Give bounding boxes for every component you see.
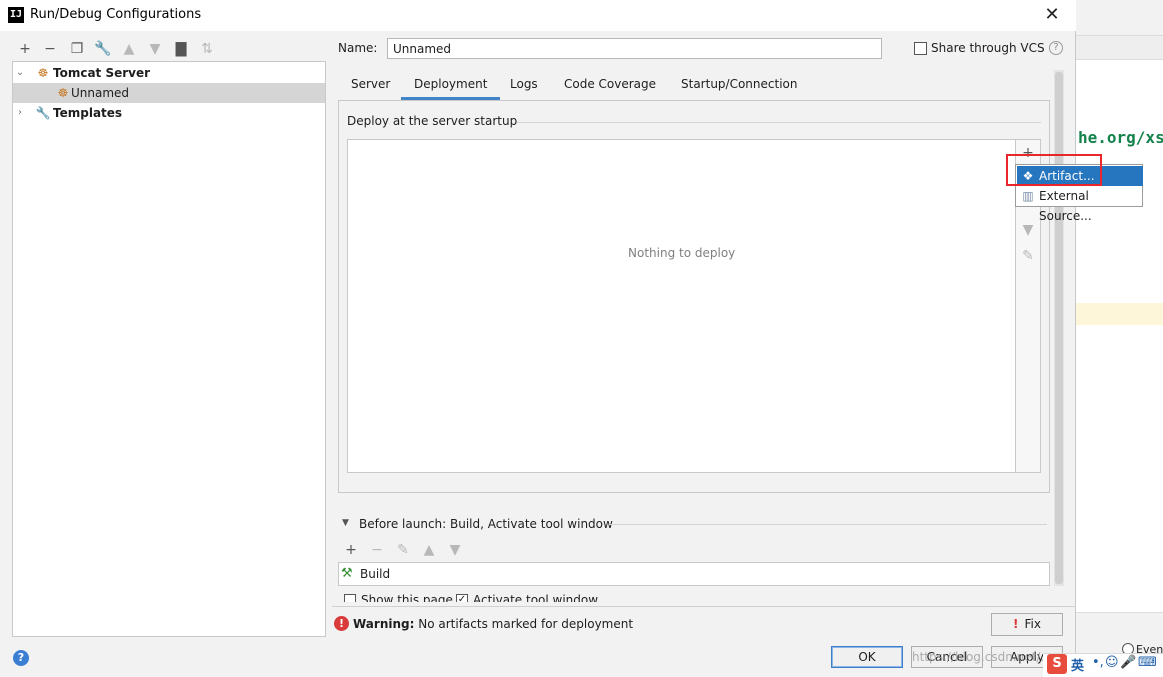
arrow-down-icon[interactable]: ▼ [446, 541, 464, 559]
hammer-icon: ⚒ [341, 566, 353, 581]
fix-button[interactable]: ! Fix [991, 613, 1063, 636]
background-editor: he.org/xs [1076, 0, 1163, 677]
chevron-down-icon[interactable]: ⌄ [14, 63, 26, 83]
remove-icon[interactable]: − [368, 541, 386, 559]
tree-item-label: Tomcat Server [53, 66, 151, 80]
arrow-up-icon[interactable]: ▲ [420, 541, 438, 559]
folder-add-icon[interactable]: ▇ [172, 40, 190, 58]
external-source-icon: ▥ [1022, 189, 1034, 203]
tab-deployment[interactable]: Deployment [401, 73, 501, 100]
tree-item-unnamed[interactable]: ☸ Unnamed [13, 83, 325, 103]
arrow-down-icon[interactable]: ▼ [146, 40, 164, 58]
ime-keyboard-icon[interactable]: ⌨ [1138, 655, 1157, 670]
sort-icon[interactable]: ⇅ [198, 40, 216, 58]
run-debug-dialog: IJ Run/Debug Configurations ✕ + − ❐ 🔧 ▲ … [0, 0, 1143, 677]
share-help-icon[interactable]: ? [1049, 41, 1063, 55]
tree-item-templates[interactable]: › 🔧 Templates [13, 103, 325, 123]
dialog-title: Run/Debug Configurations [30, 7, 202, 22]
activate-tool-window-label: Activate tool window [473, 593, 599, 602]
ime-language-icon[interactable]: 英 [1071, 655, 1084, 674]
tomcat-icon: ☸ [57, 86, 69, 100]
activate-tool-window-checkbox[interactable]: ✓ [456, 594, 468, 602]
before-launch-options-row: Show this page ✓ Activate tool window [338, 592, 1050, 602]
ime-emoji-icon[interactable]: ☺ [1105, 655, 1119, 670]
warning-text: No artifacts marked for deployment [418, 617, 634, 631]
ime-punctuation-icon[interactable]: •, [1092, 655, 1104, 670]
add-icon[interactable]: + [16, 40, 34, 58]
chevron-right-icon[interactable]: › [14, 103, 26, 123]
tab-server[interactable]: Server [338, 73, 403, 100]
deploy-group-title: Deploy at the server startup [347, 114, 518, 128]
sogou-ime-logo-icon[interactable]: S [1047, 654, 1067, 674]
add-icon[interactable]: + [342, 541, 360, 559]
share-vcs-checkbox[interactable] [914, 42, 927, 55]
share-vcs-label: Share through VCS [931, 41, 1045, 55]
bottom-separator [332, 606, 1076, 607]
background-code-fragment: he.org/xs [1078, 128, 1163, 147]
name-field[interactable] [387, 38, 882, 59]
tree-item-label: Templates [53, 106, 123, 120]
tree-item-tomcat-server[interactable]: ⌄ ☸ Tomcat Server [13, 63, 325, 83]
tomcat-icon: ☸ [37, 66, 49, 80]
before-launch-rule [609, 524, 1047, 525]
tab-startup-connection[interactable]: Startup/Connection [668, 73, 810, 100]
tree-item-label: Unnamed [71, 86, 130, 100]
copy-icon[interactable]: ❐ [68, 40, 86, 58]
watermark: https://blog.csdn.net/... [912, 650, 1052, 664]
popup-item-external-source[interactable]: ▥ External Source... [1017, 186, 1143, 223]
remove-icon[interactable]: − [41, 40, 59, 58]
empty-deploy-text: Nothing to deploy [628, 246, 736, 260]
arrow-up-icon[interactable]: ▲ [120, 40, 138, 58]
show-page-checkbox[interactable] [344, 594, 356, 602]
pencil-icon[interactable]: ✎ [394, 541, 412, 559]
intellij-app-icon: IJ [8, 7, 24, 23]
highlight-annotation-box [1006, 154, 1102, 186]
name-label: Name: [338, 41, 378, 55]
warning-message: Warning: No artifacts marked for deploym… [353, 617, 633, 631]
popup-item-label: External Source... [1039, 189, 1092, 223]
tab-code-coverage[interactable]: Code Coverage [551, 73, 669, 100]
before-launch-list[interactable] [338, 562, 1050, 586]
ok-button[interactable]: OK [831, 646, 903, 668]
help-icon[interactable]: ? [13, 650, 29, 666]
title-bar: IJ Run/Debug Configurations ✕ [0, 0, 1076, 31]
warning-icon: ! [334, 616, 349, 631]
before-launch-label: Before launch: Build, Activate tool wind… [359, 517, 613, 531]
wrench-icon[interactable]: 🔧 [94, 40, 112, 58]
collapse-triangle-icon[interactable]: ▼ [342, 518, 349, 528]
fix-alert-icon: ! [1013, 617, 1019, 631]
arrow-down-icon[interactable]: ▼ [1019, 221, 1037, 239]
pencil-icon[interactable]: ✎ [1019, 247, 1037, 265]
deploy-group-rule [517, 122, 1041, 123]
close-icon[interactable]: ✕ [1040, 4, 1064, 26]
warning-title: Warning: [353, 617, 415, 631]
deploy-list[interactable] [347, 139, 1016, 473]
ime-microphone-icon[interactable]: 🎤 [1120, 655, 1136, 670]
fix-label: Fix [1024, 617, 1041, 631]
tab-logs[interactable]: Logs [497, 73, 551, 100]
before-launch-task-build: Build [360, 567, 391, 581]
configuration-tree: ⌄ ☸ Tomcat Server ☸ Unnamed › 🔧 Template… [12, 61, 326, 637]
show-page-label: Show this page [361, 593, 453, 602]
wrench-icon: 🔧 [35, 106, 51, 120]
vertical-scrollbar-thumb[interactable] [1055, 72, 1063, 584]
